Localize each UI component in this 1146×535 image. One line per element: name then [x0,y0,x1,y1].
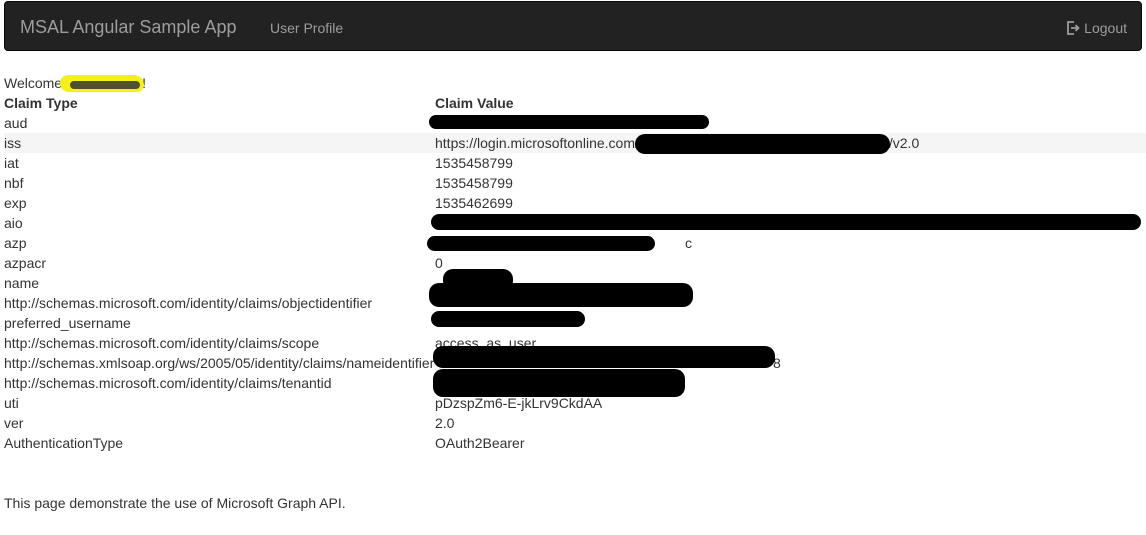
claim-type: http://schemas.xmlsoap.org/ws/2005/05/id… [4,355,435,371]
claim-type: aio [4,215,23,231]
redaction-mark [429,115,709,129]
claim-value: 1535462699 [435,195,513,211]
claim-value: 1535458799 [435,175,513,191]
claim-type: uti [4,395,19,411]
claim-type: http://schemas.microsoft.com/identity/cl… [4,295,373,311]
claim-type: azpacr [4,255,47,271]
redaction-mark [635,134,890,154]
claims-table-header: Claim Type Claim Value [4,93,1146,113]
claim-value [431,213,1146,233]
claim-type: ver [4,415,24,431]
claim-type: exp [4,195,27,211]
claim-value [429,113,1146,133]
welcome-message: Welcome! [4,73,146,93]
table-row: iss https://login.microsoftonline.com//v… [4,133,1146,154]
table-row: iat 1535458799 [4,153,1146,173]
table-row: uti pDzspZm6-E-jkLrv9CkdAA [4,393,1146,413]
claim-type: azp [4,235,27,251]
redaction-mark [429,283,693,307]
redaction-mark [427,236,655,251]
redaction-mark [431,311,585,327]
header-claim-value: Claim Value [435,95,514,111]
header-claim-type: Claim Type [4,95,78,111]
redaction-mark [431,214,1141,230]
table-row: preferred_username [4,311,1146,333]
table-row: exp 1535462699 [4,193,1146,213]
nav-link-user-profile[interactable]: User Profile [270,18,343,38]
table-row: azp c [4,233,1146,253]
claims-table: Claim Type Claim Value aud iss https://l… [4,93,1146,453]
table-row: http://schemas.microsoft.com/identity/cl… [4,369,1146,397]
table-row: AuthenticationType OAuth2Bearer [4,433,1146,453]
claim-value: https://login.microsoftonline.com//v2.0 [435,133,1146,154]
claim-value: OAuth2Bearer [435,435,525,451]
claim-type: http://schemas.microsoft.com/identity/cl… [4,335,320,351]
claim-type: AuthenticationType [4,435,124,451]
claim-value [431,311,1146,333]
claim-type: iss [4,133,435,153]
claim-value: pDzspZm6-E-jkLrv9CkdAA [435,395,603,411]
claim-type: nbf [4,175,24,191]
claim-value: 1535458799 [435,155,513,171]
logout-label: Logout [1084,20,1127,36]
claim-value: c [427,233,1146,253]
logout-icon [1067,21,1080,35]
redaction-mark [433,346,775,368]
table-row: nbf 1535458799 [4,173,1146,193]
claim-type: preferred_username [4,315,131,331]
claim-type: name [4,275,40,291]
table-row: http://schemas.microsoft.com/identity/cl… [4,283,1146,313]
table-row: ver 2.0 [4,413,1146,433]
claim-value: 0 [435,255,443,271]
navbar-brand[interactable]: MSAL Angular Sample App [20,17,236,37]
graph-api-note: This page demonstrate the use of Microso… [4,495,346,511]
table-row: azpacr 0 [4,253,1146,273]
redacted-username [60,75,145,93]
table-row: aud [4,113,1146,133]
claim-value: 2.0 [435,415,455,431]
claim-type: aud [4,115,28,131]
claim-type: http://schemas.microsoft.com/identity/cl… [4,375,332,391]
claim-value [433,369,1146,397]
claim-value [429,283,1146,313]
logout-button[interactable]: Logout [1066,18,1127,38]
table-row: aio [4,213,1146,233]
welcome-prefix: Welcome [4,75,63,91]
claim-type: iat [4,155,19,171]
navbar: MSAL Angular Sample App User Profile Log… [4,1,1142,51]
